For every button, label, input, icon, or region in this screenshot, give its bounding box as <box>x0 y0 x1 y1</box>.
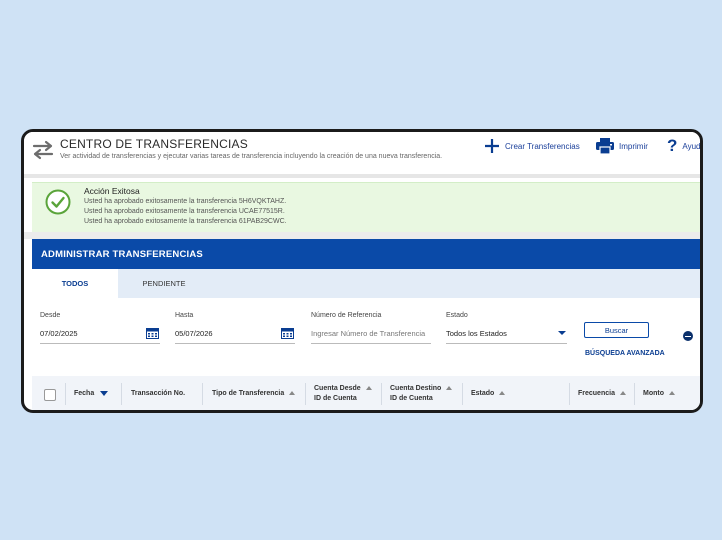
hasta-label: Hasta <box>175 312 194 319</box>
search-button[interactable]: Buscar <box>584 322 649 338</box>
create-transfer-label: Crear Transferencias <box>505 141 580 151</box>
estado-select[interactable]: Todos los Estados <box>446 329 507 338</box>
success-alert: Acción Exitosa Usted ha aprobado exitosa… <box>32 182 700 233</box>
header-divider <box>24 174 700 178</box>
print-button[interactable]: Imprimir <box>596 138 648 154</box>
column-label: Frecuencia <box>578 390 615 397</box>
chevron-down-icon[interactable] <box>558 331 566 335</box>
column-label: Tipo de Transferencia <box>212 390 285 397</box>
column-frecuencia[interactable]: Frecuencia <box>578 389 626 399</box>
help-button[interactable]: ? Ayuda <box>667 136 703 155</box>
create-transfer-button[interactable]: Crear Transferencias <box>484 138 580 154</box>
column-estado[interactable]: Estado <box>471 389 506 399</box>
column-cuenta-destino[interactable]: Cuenta Destino ID de Cuenta <box>390 384 453 404</box>
success-message: Usted ha aprobado exitosamente la transf… <box>84 218 287 225</box>
hasta-underline <box>175 343 295 344</box>
print-label: Imprimir <box>619 141 648 151</box>
column-label: Monto <box>643 390 664 397</box>
column-divider <box>462 383 463 405</box>
app-window: CENTRO DE TRANSFERENCIAS Ver actividad d… <box>21 129 703 413</box>
column-fecha[interactable]: Fecha <box>74 389 109 399</box>
hasta-input[interactable]: 05/07/2026 <box>175 329 213 338</box>
question-icon: ? <box>667 136 678 155</box>
transfer-center: CENTRO DE TRANSFERENCIAS Ver actividad d… <box>24 132 703 410</box>
sort-asc-icon <box>289 391 296 396</box>
column-divider <box>569 383 570 405</box>
calendar-icon[interactable] <box>281 327 294 339</box>
sort-asc-icon <box>619 391 626 396</box>
referencia-underline <box>311 343 431 344</box>
table-header: Fecha Transacción No. Tipo de Transferen… <box>32 376 700 410</box>
column-divider <box>202 383 203 405</box>
success-title: Acción Exitosa <box>84 186 140 196</box>
select-all-checkbox[interactable] <box>44 389 56 401</box>
column-monto[interactable]: Monto <box>643 389 675 399</box>
column-divider <box>634 383 635 405</box>
column-tipo[interactable]: Tipo de Transferencia <box>212 389 296 399</box>
reference-number-input[interactable]: Ingresar Número de Transferencia <box>311 329 425 338</box>
sort-asc-icon <box>446 386 453 391</box>
tab-todos[interactable]: TODOS <box>32 269 118 298</box>
desde-underline <box>40 343 160 344</box>
manage-transfers-bar: ADMINISTRAR TRANSFERENCIAS <box>32 239 700 269</box>
page-header: CENTRO DE TRANSFERENCIAS Ver actividad d… <box>24 132 703 174</box>
calendar-icon[interactable] <box>146 327 159 339</box>
column-label: Cuenta Desde <box>314 385 361 392</box>
estado-label: Estado <box>446 312 468 319</box>
column-label: Transacción No. <box>131 390 186 397</box>
column-divider <box>121 383 122 405</box>
column-sublabel: ID de Cuenta <box>390 395 433 402</box>
desde-label: Desde <box>40 312 61 319</box>
printer-icon <box>596 138 614 154</box>
column-label: Fecha <box>74 390 95 397</box>
column-label: Cuenta Destino <box>390 385 442 392</box>
page-title: CENTRO DE TRANSFERENCIAS <box>60 137 248 151</box>
plus-icon <box>485 139 499 153</box>
sort-desc-icon <box>100 390 109 396</box>
estado-underline <box>446 343 567 344</box>
referencia-label: Número de Referencia <box>311 312 382 319</box>
manage-transfers-title: ADMINISTRAR TRANSFERENCIAS <box>41 249 203 260</box>
tab-pendiente[interactable]: PENDIENTE <box>118 269 210 298</box>
collapse-icon[interactable] <box>683 331 693 341</box>
sort-asc-icon <box>499 391 506 396</box>
column-sublabel: ID de Cuenta <box>314 395 357 402</box>
sort-asc-icon <box>669 391 675 396</box>
check-circle-icon <box>45 189 71 215</box>
desde-input[interactable]: 07/02/2025 <box>40 329 78 338</box>
help-label: Ayuda <box>682 141 703 151</box>
section-divider <box>24 232 700 239</box>
column-divider <box>305 383 306 405</box>
success-message: Usted ha aprobado exitosamente la transf… <box>84 208 285 215</box>
column-divider <box>381 383 382 405</box>
success-message: Usted ha aprobado exitosamente la transf… <box>84 198 287 205</box>
tab-bar: TODOS PENDIENTE <box>32 269 700 298</box>
advanced-search-link[interactable]: BÚSQUEDA AVANZADA <box>585 350 665 357</box>
column-cuenta-desde[interactable]: Cuenta Desde ID de Cuenta <box>314 384 372 404</box>
page-subtitle: Ver actividad de transferencias y ejecut… <box>60 153 443 160</box>
column-divider <box>65 383 66 405</box>
column-transaccion: Transacción No. <box>131 389 185 399</box>
sort-asc-icon <box>365 386 372 391</box>
transfer-arrows-icon <box>32 140 54 160</box>
column-label: Estado <box>471 390 495 397</box>
